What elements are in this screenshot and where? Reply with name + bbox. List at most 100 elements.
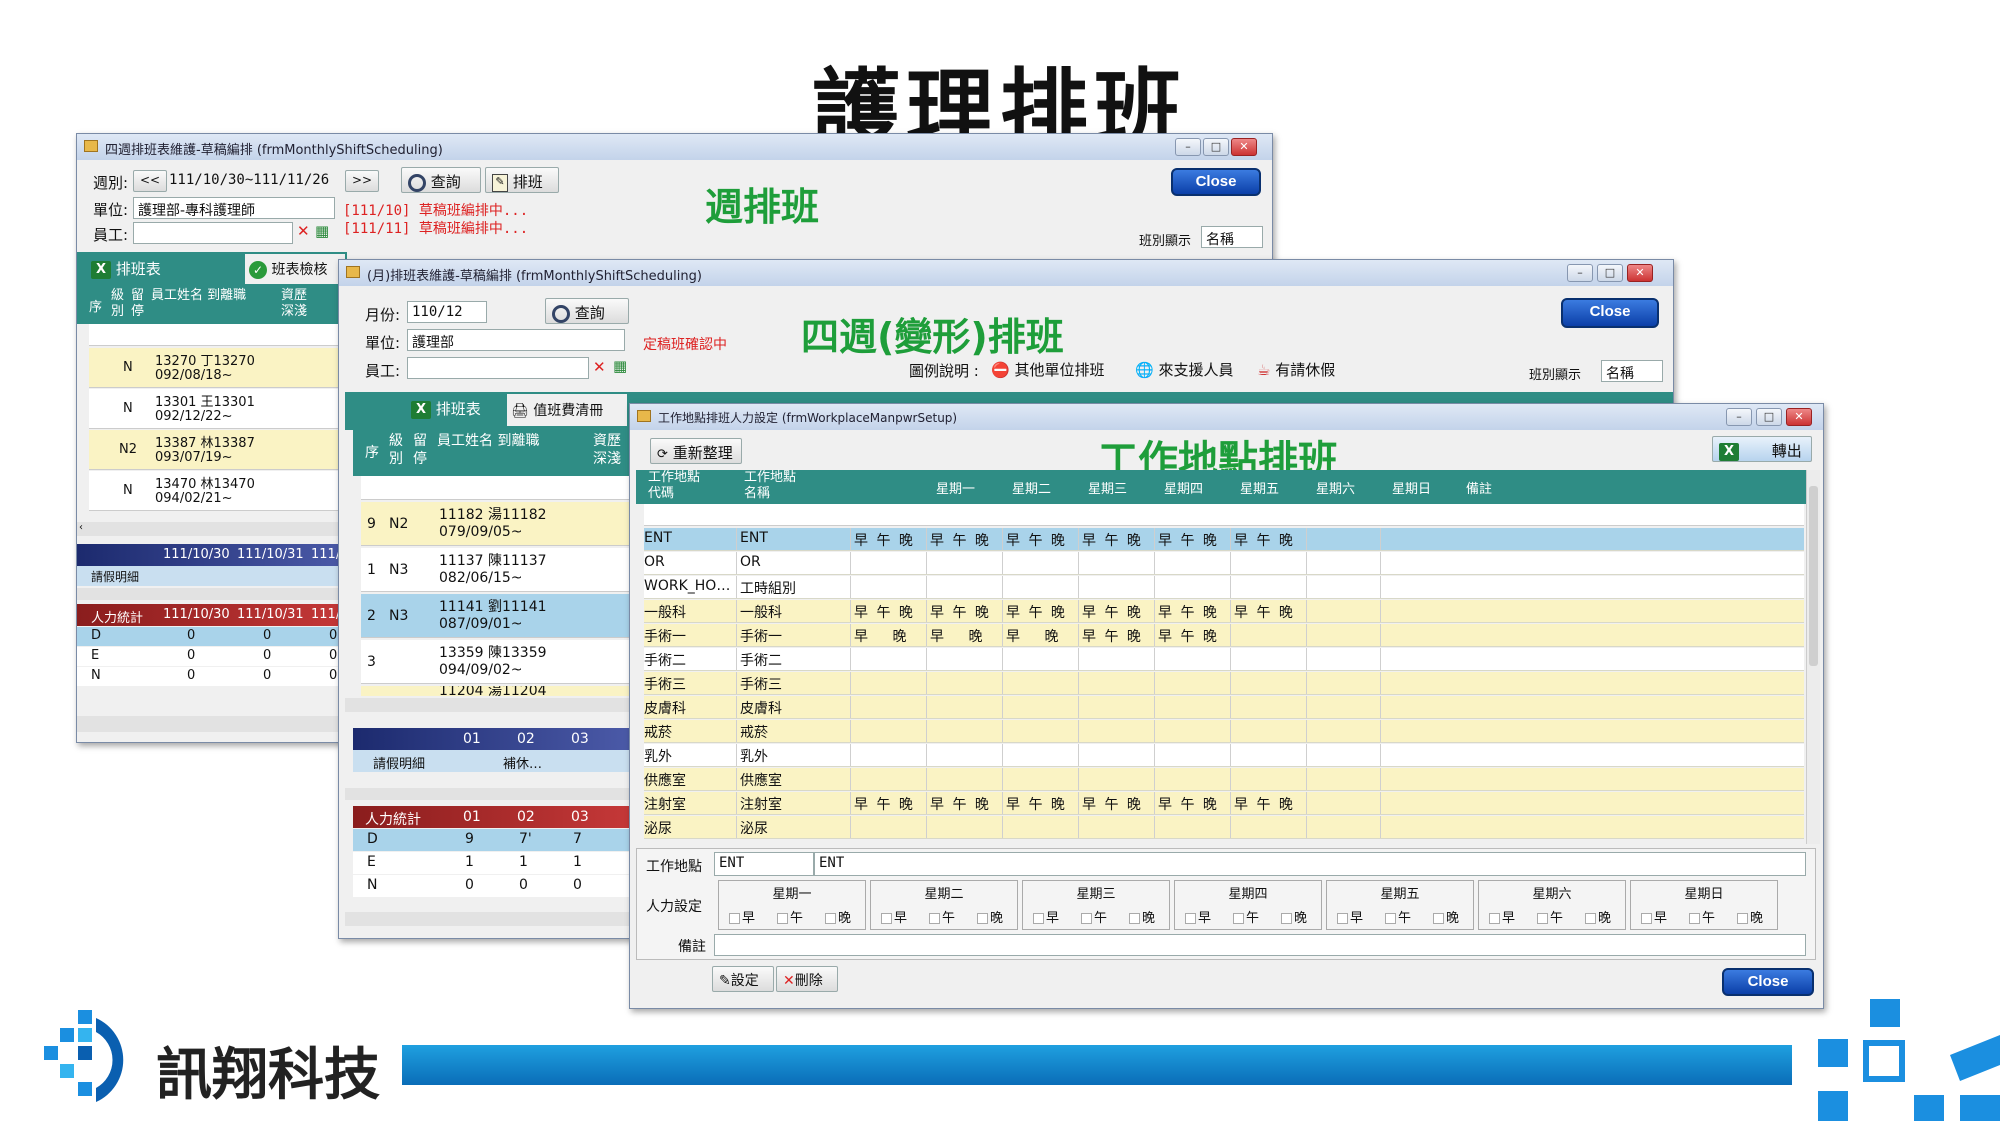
h-scrollbar[interactable] bbox=[345, 912, 631, 926]
day-shift-slots[interactable]: 早 午 晚 bbox=[930, 530, 991, 550]
shift-checkbox[interactable]: 午 bbox=[1081, 907, 1107, 926]
table-row[interactable]: 泌尿 泌尿 bbox=[644, 816, 1804, 839]
v-scrollbar[interactable] bbox=[1806, 470, 1820, 844]
table-row[interactable]: 3 13359 陳13359 094/09/02~ bbox=[361, 640, 631, 684]
scroll-thumb[interactable] bbox=[1809, 486, 1818, 666]
maximize-button[interactable]: □ bbox=[1597, 264, 1623, 282]
shift-checkbox[interactable]: 晚 bbox=[1433, 907, 1459, 926]
set-button[interactable]: ✎設定 bbox=[712, 966, 774, 992]
day-shift-slots[interactable]: 早 午 晚 bbox=[1082, 626, 1143, 646]
clear-icon[interactable]: ✕ bbox=[593, 358, 606, 376]
shift-checkbox[interactable]: 晚 bbox=[977, 907, 1003, 926]
shift-checkbox[interactable]: 午 bbox=[1537, 907, 1563, 926]
shift-checkbox[interactable]: 午 bbox=[1385, 907, 1411, 926]
grid-select-icon[interactable]: ▦ bbox=[613, 357, 627, 375]
unit-select[interactable]: 護理部 bbox=[407, 329, 625, 351]
day-shift-slots[interactable]: 早 午 晚 bbox=[1082, 794, 1143, 814]
maximize-button[interactable]: □ bbox=[1756, 408, 1782, 426]
day-shift-slots[interactable]: 早 晚 bbox=[854, 626, 908, 646]
tab-fee[interactable]: 🖨 值班費清冊 bbox=[507, 394, 627, 426]
day-shift-slots[interactable]: 早 午 晚 bbox=[930, 602, 991, 622]
h-scrollbar[interactable] bbox=[345, 788, 631, 800]
table-row[interactable]: 戒菸 戒菸 bbox=[644, 720, 1804, 743]
day-shift-slots[interactable]: 早 午 晚 bbox=[1006, 602, 1067, 622]
table-row[interactable]: OR OR bbox=[644, 552, 1804, 575]
table-row[interactable]: N 13301 王13301 092/12/22~ bbox=[89, 389, 347, 429]
day-shift-slots[interactable]: 早 午 晚 bbox=[930, 794, 991, 814]
clear-icon[interactable]: ✕ bbox=[297, 222, 310, 240]
close-window-button[interactable]: ✕ bbox=[1231, 138, 1257, 156]
day-shift-slots[interactable]: 早 午 晚 bbox=[1158, 530, 1219, 550]
day-shift-slots[interactable]: 早 午 晚 bbox=[1158, 602, 1219, 622]
day-shift-slots[interactable]: 早 晚 bbox=[930, 626, 984, 646]
day-shift-slots[interactable]: 早 午 晚 bbox=[1006, 794, 1067, 814]
day-shift-slots[interactable]: 早 午 晚 bbox=[854, 794, 915, 814]
day-shift-slots[interactable]: 早 午 晚 bbox=[1234, 530, 1295, 550]
prev-week-button[interactable]: << bbox=[133, 170, 168, 192]
day-shift-slots[interactable]: 早 午 晚 bbox=[1234, 602, 1295, 622]
shift-checkbox[interactable]: 早 bbox=[729, 907, 755, 926]
minimize-button[interactable]: – bbox=[1175, 138, 1201, 156]
shift-checkbox[interactable]: 早 bbox=[881, 907, 907, 926]
next-week-button[interactable]: >> bbox=[345, 170, 380, 192]
day-shift-slots[interactable]: 早 午 晚 bbox=[854, 530, 915, 550]
shift-checkbox[interactable]: 晚 bbox=[1585, 907, 1611, 926]
close-button[interactable]: Close bbox=[1722, 968, 1814, 996]
workplace-name-field[interactable]: ENT bbox=[814, 852, 1806, 876]
h-scrollbar[interactable] bbox=[77, 588, 347, 600]
table-row[interactable]: 1 N3 11137 陳11137 082/06/15~ bbox=[361, 548, 631, 592]
h-scrollbar[interactable] bbox=[345, 698, 631, 712]
table-row[interactable]: 手術三 手術三 bbox=[644, 672, 1804, 695]
unit-select[interactable]: 護理部-專科護理師 bbox=[133, 197, 335, 219]
table-row-selected[interactable]: 2 N3 11141 劉11141 087/09/01~ bbox=[361, 594, 631, 638]
display-select[interactable]: 名稱 bbox=[1601, 360, 1663, 382]
shift-checkbox[interactable]: 午 bbox=[1233, 907, 1259, 926]
shift-checkbox[interactable]: 午 bbox=[777, 907, 803, 926]
shift-checkbox[interactable]: 晚 bbox=[1129, 907, 1155, 926]
day-shift-slots[interactable]: 早 午 晚 bbox=[1158, 794, 1219, 814]
close-button[interactable]: Close bbox=[1561, 298, 1659, 328]
close-window-button[interactable]: ✕ bbox=[1786, 408, 1812, 426]
day-shift-slots[interactable]: 早 午 晚 bbox=[1082, 530, 1143, 550]
h-scrollbar[interactable]: ‹ bbox=[77, 522, 347, 536]
export-button[interactable]: X 轉出 bbox=[1712, 436, 1812, 462]
tab-schedule[interactable]: X 排班表 bbox=[91, 258, 161, 279]
grid-select-icon[interactable]: ▦ bbox=[315, 222, 329, 240]
delete-button[interactable]: ✕刪除 bbox=[776, 966, 838, 992]
table-row[interactable]: N 13470 林13470 094/02/21~ bbox=[89, 471, 347, 511]
shift-checkbox[interactable]: 早 bbox=[1185, 907, 1211, 926]
table-row[interactable]: N 13270 丁13270 092/08/18~ bbox=[89, 348, 347, 388]
close-button[interactable]: Close bbox=[1171, 168, 1261, 196]
day-shift-slots[interactable]: 早 午 晚 bbox=[854, 602, 915, 622]
shift-checkbox[interactable]: 早 bbox=[1641, 907, 1667, 926]
day-shift-slots[interactable]: 早 午 晚 bbox=[1158, 626, 1219, 646]
table-row[interactable]: 注射室 注射室早 午 晚早 午 晚早 午 晚早 午 晚早 午 晚早 午 晚 bbox=[644, 792, 1804, 815]
leave-detail-row[interactable]: 請假明細 bbox=[77, 566, 347, 586]
reorganize-button[interactable]: ⟳ 重新整理 bbox=[650, 438, 742, 464]
query-button[interactable]: 查詢 bbox=[545, 298, 629, 324]
schedule-button[interactable]: ✎ 排班 bbox=[485, 167, 559, 193]
table-row[interactable]: WORK_HO… 工時組別 bbox=[644, 576, 1804, 599]
maximize-button[interactable]: □ bbox=[1203, 138, 1229, 156]
query-button[interactable]: 查詢 bbox=[401, 167, 481, 193]
h-scrollbar[interactable] bbox=[77, 716, 347, 732]
employee-input[interactable] bbox=[133, 222, 293, 244]
close-window-button[interactable]: ✕ bbox=[1627, 264, 1653, 282]
shift-checkbox[interactable]: 早 bbox=[1033, 907, 1059, 926]
table-row[interactable]: 一般科 一般科早 午 晚早 午 晚早 午 晚早 午 晚早 午 晚早 午 晚 bbox=[644, 600, 1804, 623]
month-input[interactable]: 110/12 bbox=[407, 301, 487, 323]
table-row[interactable]: 11204 湯11204 bbox=[361, 686, 631, 696]
table-row[interactable]: ENT ENT 早 午 晚早 午 晚早 午 晚早 午 晚早 午 晚早 午 晚 bbox=[644, 528, 1804, 551]
shift-checkbox[interactable]: 午 bbox=[929, 907, 955, 926]
table-row[interactable]: 手術二 手術二 bbox=[644, 648, 1804, 671]
day-shift-slots[interactable]: 早 晚 bbox=[1006, 626, 1060, 646]
employee-input[interactable] bbox=[407, 357, 589, 379]
workplace-code-field[interactable]: ENT bbox=[714, 852, 814, 876]
table-row[interactable]: 皮膚科 皮膚科 bbox=[644, 696, 1804, 719]
table-row[interactable]: 手術一 手術一 早 晚 早 晚 早 晚 早 午 晚早 午 晚 bbox=[644, 624, 1804, 647]
day-shift-slots[interactable]: 早 午 晚 bbox=[1234, 794, 1295, 814]
table-row[interactable]: 9 N2 11182 湯11182 079/09/05~ bbox=[361, 502, 631, 546]
shift-checkbox[interactable]: 晚 bbox=[825, 907, 851, 926]
table-row[interactable]: 供應室 供應室 bbox=[644, 768, 1804, 791]
table-row[interactable]: N2 13387 林13387 093/07/19~ bbox=[89, 430, 347, 470]
